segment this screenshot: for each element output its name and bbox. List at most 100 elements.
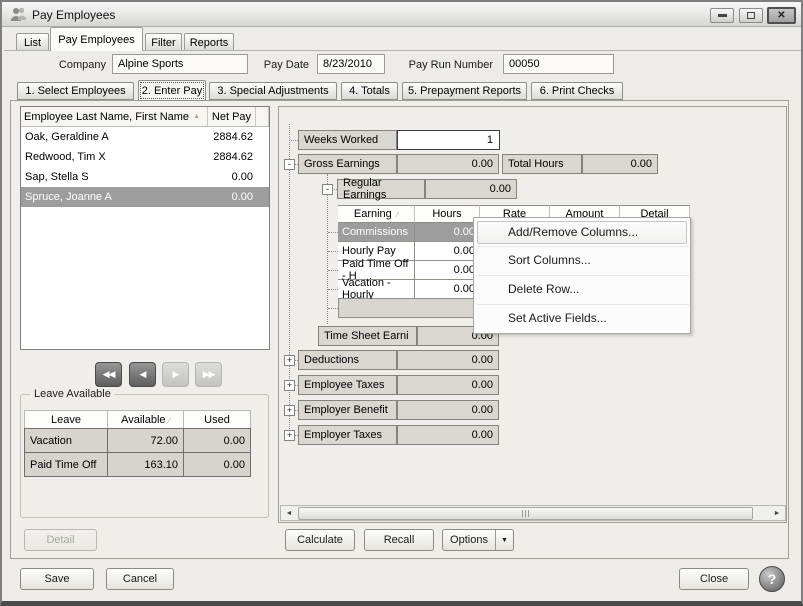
recall-button[interactable]: Recall — [364, 529, 434, 551]
restore-button[interactable] — [739, 8, 763, 23]
pay-date-field[interactable]: 8/23/2010 — [317, 54, 385, 74]
previous-record-button[interactable]: ◀ — [129, 362, 156, 387]
tree-line — [327, 174, 328, 324]
leave-table: Leave Available ∕ Used Vacation 72.00 0.… — [24, 410, 251, 477]
earning-column-header[interactable]: Earning∕ — [338, 205, 415, 223]
expand-deductions-button[interactable]: + — [284, 355, 295, 366]
tab-reports[interactable]: Reports — [184, 33, 234, 51]
pay-run-number-field[interactable]: 00050 — [503, 54, 614, 74]
employer-taxes-value: 0.00 — [397, 425, 499, 445]
leave-row[interactable]: Paid Time Off 163.10 0.00 — [25, 453, 251, 477]
close-icon: ✕ — [777, 10, 785, 21]
employee-name-column-header[interactable]: Employee Last Name, First Name ▲ — [21, 107, 208, 126]
subtab-special-adjustments[interactable]: 3. Special Adjustments — [209, 82, 337, 100]
first-record-button[interactable]: ◀◀ — [95, 362, 122, 387]
scroll-right-button[interactable]: ► — [769, 506, 785, 520]
subtab-print-checks[interactable]: 6. Print Checks — [531, 82, 623, 100]
sort-icon: ∕ — [169, 416, 170, 425]
weeks-worked-label: Weeks Worked — [298, 130, 397, 150]
last-record-icon: ▶▶ — [203, 369, 215, 380]
net-pay-column-header[interactable]: Net Pay — [208, 107, 256, 126]
next-record-button[interactable]: ▶ — [162, 362, 189, 387]
tab-pay-employees[interactable]: Pay Employees — [50, 27, 143, 51]
close-button[interactable]: Close — [679, 568, 749, 590]
last-record-button[interactable]: ▶▶ — [195, 362, 222, 387]
save-button[interactable]: Save — [20, 568, 94, 590]
hours-cell[interactable]: 0.00 — [415, 223, 480, 242]
close-window-button[interactable]: ✕ — [767, 7, 796, 24]
available-column-header[interactable]: Available ∕ — [108, 411, 184, 429]
expand-employer-benefit-button[interactable]: + — [284, 405, 295, 416]
subtab-totals[interactable]: 4. Totals — [341, 82, 398, 100]
employee-list: Employee Last Name, First Name ▲ Net Pay… — [20, 106, 270, 350]
horizontal-scrollbar[interactable]: ◄ ► — [280, 505, 786, 521]
employee-row[interactable]: Sap, Stella S0.00 — [21, 167, 269, 187]
cancel-button[interactable]: Cancel — [106, 568, 174, 590]
options-button[interactable]: Options ▼ — [442, 529, 514, 551]
hours-cell[interactable]: 0.00 — [415, 261, 480, 280]
tree-line — [328, 270, 338, 271]
used-column-header[interactable]: Used — [184, 411, 251, 429]
scroll-left-icon: ◄ — [286, 510, 293, 517]
expand-icon: + — [287, 355, 292, 365]
menu-item-delete-row[interactable]: Delete Row... — [508, 282, 579, 296]
tree-line — [328, 308, 338, 309]
employee-row[interactable]: Redwood, Tim X2884.62 — [21, 147, 269, 167]
employee-row[interactable]: Oak, Geraldine A2884.62 — [21, 127, 269, 147]
hours-cell[interactable]: 0.00 — [415, 280, 480, 299]
pay-run-number-label: Pay Run Number — [392, 59, 493, 71]
employee-list-header: Employee Last Name, First Name ▲ Net Pay — [21, 107, 269, 127]
expand-icon: + — [287, 430, 292, 440]
employer-taxes-label: Employer Taxes — [298, 425, 397, 445]
earnings-empty-row[interactable] — [338, 299, 480, 318]
deductions-label: Deductions — [298, 350, 397, 370]
regular-earnings-label: Regular Earnings — [337, 179, 425, 199]
scroll-right-icon: ► — [774, 510, 781, 517]
minimize-button[interactable] — [710, 8, 734, 23]
employer-benefit-label: Employer Benefit — [298, 400, 397, 420]
restore-icon — [747, 12, 755, 19]
company-label: Company — [32, 59, 106, 71]
tab-filter[interactable]: Filter — [145, 33, 182, 51]
sort-icon: ∕ — [397, 210, 398, 219]
collapse-gross-earnings-button[interactable]: - — [284, 159, 295, 170]
help-icon: ? — [768, 571, 777, 587]
next-record-icon: ▶ — [173, 369, 179, 380]
regular-earnings-value: 0.00 — [425, 179, 517, 199]
scrollbar-thumb[interactable] — [298, 507, 753, 520]
deductions-value: 0.00 — [397, 350, 499, 370]
expand-icon: + — [287, 380, 292, 390]
scroll-left-button[interactable]: ◄ — [281, 506, 297, 520]
menu-item-set-active-fields[interactable]: Set Active Fields... — [508, 311, 607, 325]
employee-row-selected[interactable]: Spruce, Joanne A0.00 — [21, 187, 269, 207]
collapse-regular-earnings-button[interactable]: - — [322, 184, 333, 195]
tree-line — [328, 289, 338, 290]
menu-item-sort-columns[interactable]: Sort Columns... — [508, 253, 591, 267]
tab-list[interactable]: List — [16, 33, 49, 51]
employee-taxes-value: 0.00 — [397, 375, 499, 395]
weeks-worked-input[interactable]: 1 — [397, 130, 500, 150]
calculate-button[interactable]: Calculate — [285, 529, 355, 551]
pay-date-label: Pay Date — [252, 59, 309, 71]
subtab-prepayment-reports[interactable]: 5. Prepayment Reports — [402, 82, 527, 100]
company-field[interactable]: Alpine Sports — [112, 54, 248, 74]
subtab-enter-pay[interactable]: 2. Enter Pay — [138, 80, 206, 101]
tree-line — [289, 140, 298, 141]
menu-item-add-remove-columns[interactable]: Add/Remove Columns... — [508, 225, 638, 239]
expand-icon: + — [287, 405, 292, 415]
tree-line — [328, 251, 338, 252]
leave-row[interactable]: Vacation 72.00 0.00 — [25, 429, 251, 453]
leave-available-legend: Leave Available — [30, 388, 115, 400]
hours-column-header[interactable]: Hours — [415, 205, 480, 223]
leave-column-header[interactable]: Leave — [25, 411, 108, 429]
first-record-icon: ◀◀ — [103, 369, 115, 380]
help-button[interactable]: ? — [759, 566, 785, 592]
subtab-select-employees[interactable]: 1. Select Employees — [17, 82, 134, 100]
expand-employee-taxes-button[interactable]: + — [284, 380, 295, 391]
expand-employer-taxes-button[interactable]: + — [284, 430, 295, 441]
sort-ascending-icon: ▲ — [193, 113, 200, 120]
options-dropdown-arrow-icon[interactable]: ▼ — [495, 530, 513, 550]
detail-button[interactable]: Detail — [24, 529, 97, 551]
hours-cell[interactable]: 0.00 — [415, 242, 480, 261]
pay-employees-window: Pay Employees ✕ List Pay Employees Filte… — [0, 0, 803, 606]
